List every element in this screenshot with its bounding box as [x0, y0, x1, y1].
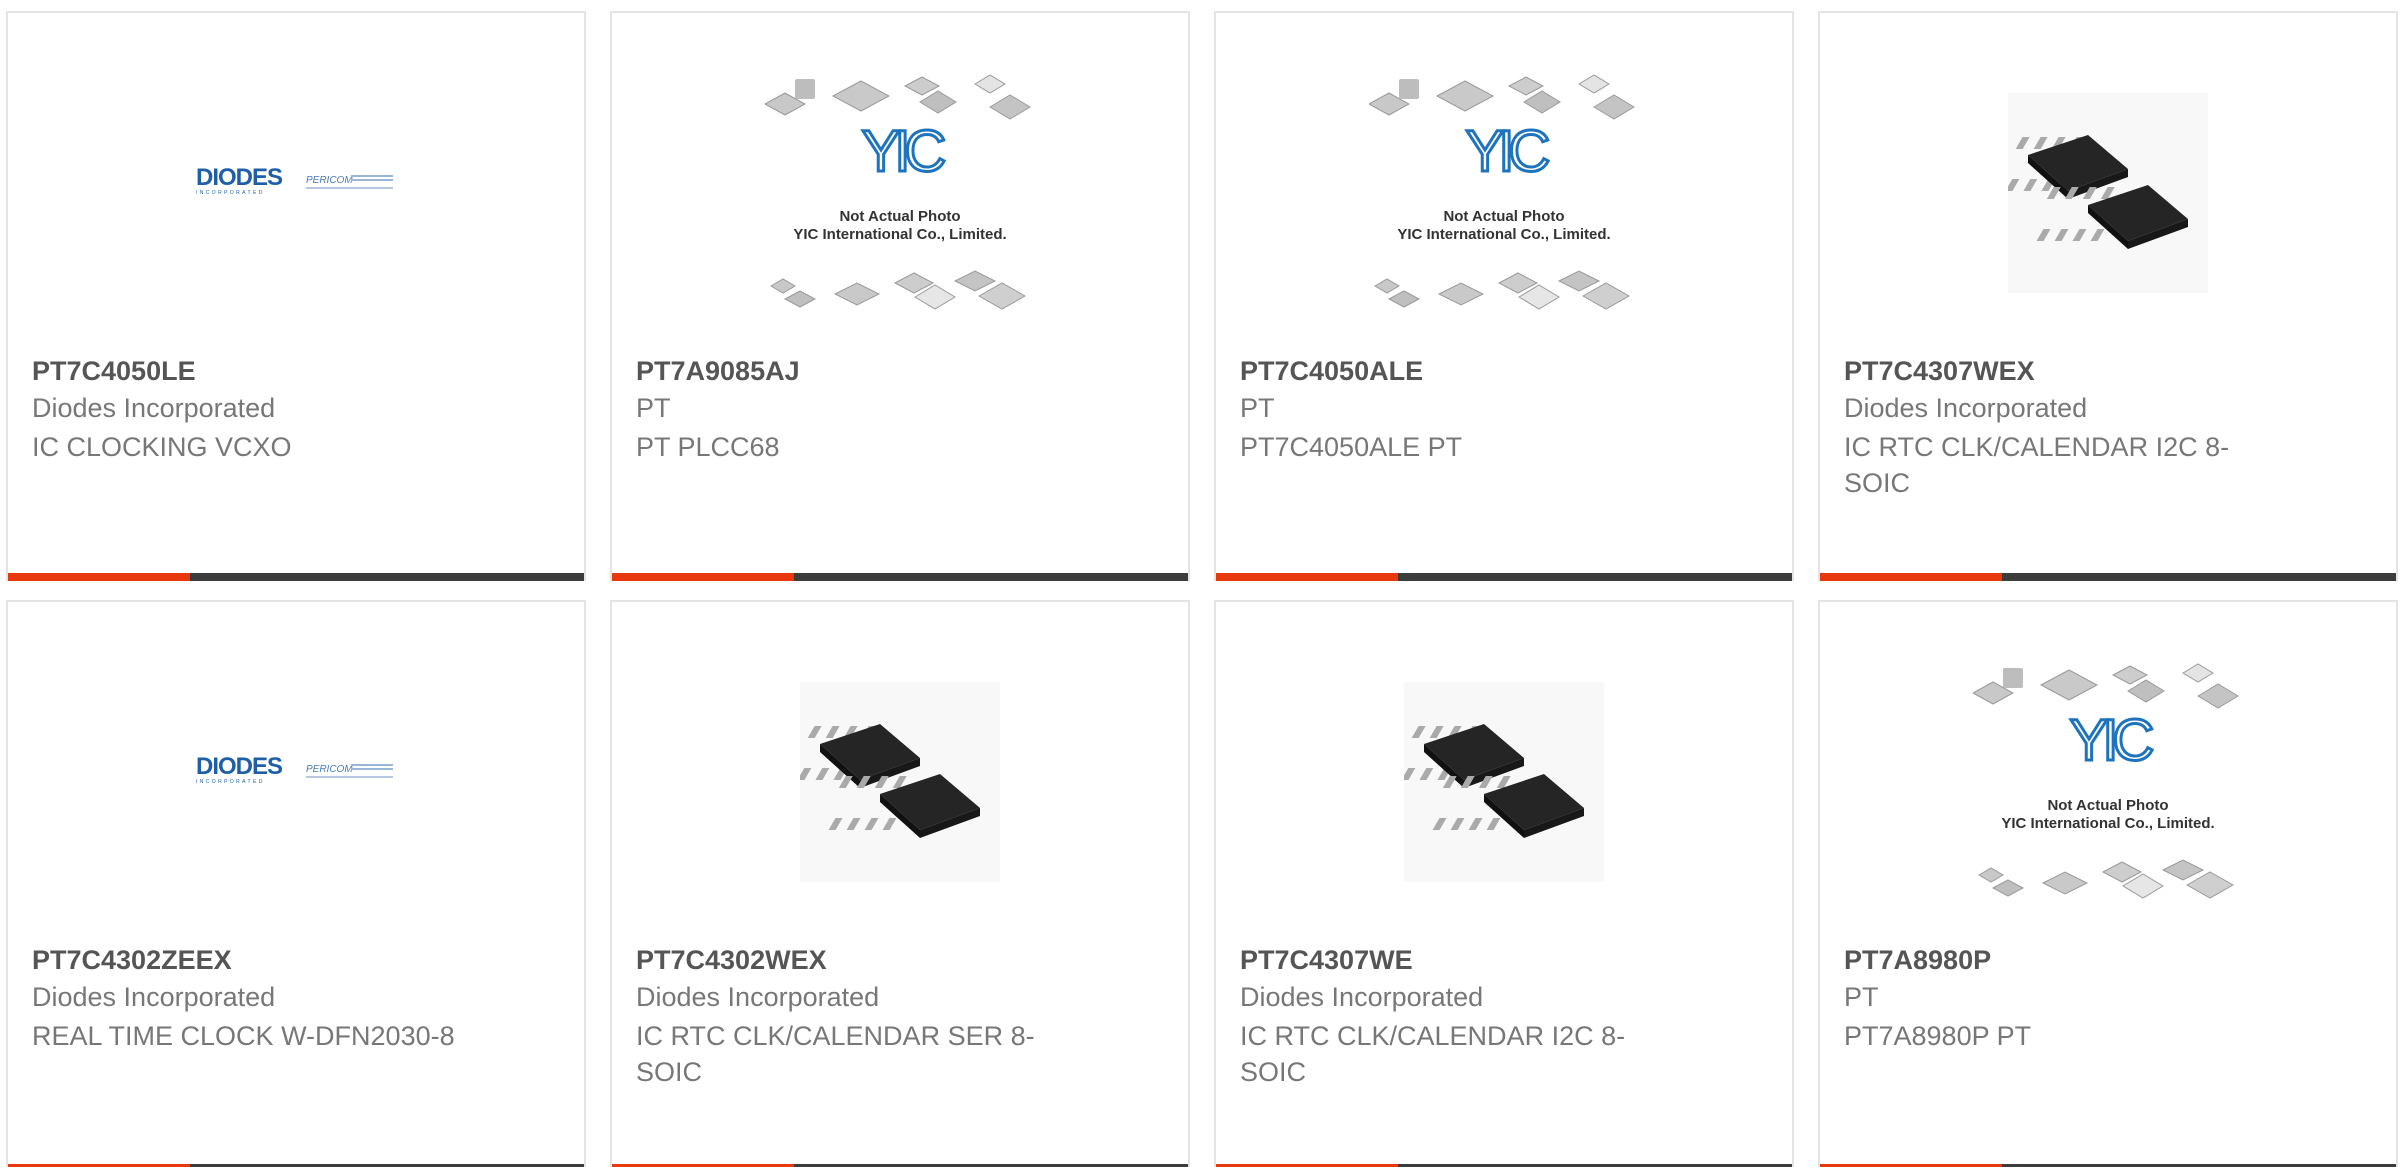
svg-text:YIC International Co., Limited: YIC International Co., Limited. — [2001, 815, 2214, 832]
svg-text:Not Actual Photo: Not Actual Photo — [2047, 797, 2168, 814]
part-number[interactable]: PT7A9085AJ — [636, 356, 800, 387]
svg-text:DIODES: DIODES — [196, 164, 283, 191]
product-image[interactable]: YIC Not Actual Photo YIC International C… — [1216, 13, 1792, 353]
part-number[interactable]: PT7C4307WE — [1240, 945, 1413, 976]
description: PT7A8980P PT — [1844, 1021, 2032, 1051]
description: REAL TIME CLOCK W-DFN2030-8 — [32, 1021, 455, 1051]
product-image[interactable] — [1216, 602, 1792, 942]
card-footer-bar — [612, 573, 1188, 581]
manufacturer: PT — [1240, 393, 1275, 423]
card-footer-bar — [8, 573, 584, 581]
soic-8-chip-icon — [800, 682, 1000, 882]
description: IC CLOCKING VCXO — [32, 432, 292, 462]
manufacturer: Diodes Incorporated — [1844, 393, 2088, 423]
product-grid: DIODES INCORPORATED PERICOM PT7C4050LE D… — [0, 0, 2400, 1167]
description: IC RTC CLK/CALENDAR SER 8-SOIC — [636, 1021, 1035, 1087]
svg-text:PERICOM: PERICOM — [306, 764, 353, 775]
manufacturer: Diodes Incorporated — [1240, 982, 1484, 1012]
diodes-logo-icon: DIODES INCORPORATED PERICOM — [196, 164, 393, 196]
description: PT PLCC68 — [636, 432, 780, 462]
product-image[interactable]: YIC Not Actual Photo YIC International C… — [1820, 602, 2396, 942]
product-card[interactable]: YIC Not Actual Photo YIC International C… — [1818, 600, 2398, 1167]
product-image[interactable] — [612, 602, 1188, 942]
product-image[interactable]: DIODES INCORPORATED PERICOM — [8, 13, 584, 353]
manufacturer: Diodes Incorporated — [636, 982, 880, 1012]
soic-8-chip-icon — [2008, 93, 2208, 293]
part-number[interactable]: PT7C4050LE — [32, 356, 196, 387]
diodes-logo-icon: DIODES INCORPORATED PERICOM — [196, 753, 393, 785]
product-image[interactable]: YIC Not Actual Photo YIC International C… — [612, 13, 1188, 353]
svg-text:YIC: YIC — [2070, 708, 2153, 773]
svg-text:YIC: YIC — [1466, 119, 1549, 184]
part-number[interactable]: PT7C4302WEX — [636, 945, 827, 976]
manufacturer: Diodes Incorporated — [32, 393, 276, 423]
svg-text:PERICOM: PERICOM — [306, 175, 353, 186]
product-card[interactable]: YIC Not Actual Photo YIC International C… — [1214, 11, 1794, 581]
product-card[interactable]: PT7C4307WEX Diodes Incorporated IC RTC C… — [1818, 11, 2398, 581]
part-number[interactable]: PT7C4307WEX — [1844, 356, 2035, 387]
description: IC RTC CLK/CALENDAR I2C 8-SOIC — [1240, 1021, 1626, 1087]
part-number[interactable]: PT7C4302ZEEX — [32, 945, 232, 976]
product-image[interactable]: DIODES INCORPORATED PERICOM — [8, 602, 584, 942]
product-image[interactable] — [1820, 13, 2396, 353]
svg-text:YIC International Co., Limited: YIC International Co., Limited. — [1397, 226, 1610, 243]
product-card[interactable]: PT7C4302WEX Diodes Incorporated IC RTC C… — [610, 600, 1190, 1167]
description: PT7C4050ALE PT — [1240, 432, 1463, 462]
card-footer-bar — [1216, 573, 1792, 581]
svg-text:YIC International Co., Limited: YIC International Co., Limited. — [793, 226, 1006, 243]
description: IC RTC CLK/CALENDAR I2C 8-SOIC — [1844, 432, 2230, 498]
product-card[interactable]: PT7C4307WE Diodes Incorporated IC RTC CL… — [1214, 600, 1794, 1167]
product-card[interactable]: DIODES INCORPORATED PERICOM PT7C4302ZEEX… — [6, 600, 586, 1167]
svg-text:YIC: YIC — [862, 119, 945, 184]
manufacturer: PT — [1844, 982, 1879, 1012]
part-number[interactable]: PT7C4050ALE — [1240, 356, 1423, 387]
svg-text:INCORPORATED: INCORPORATED — [196, 190, 265, 196]
manufacturer: PT — [636, 393, 671, 423]
manufacturer: Diodes Incorporated — [32, 982, 276, 1012]
svg-text:DIODES: DIODES — [196, 753, 283, 780]
yic-placeholder-icon: YIC Not Actual Photo YIC International C… — [1973, 663, 2239, 899]
part-number[interactable]: PT7A8980P — [1844, 945, 1991, 976]
svg-text:Not Actual Photo: Not Actual Photo — [839, 208, 960, 225]
svg-text:Not Actual Photo: Not Actual Photo — [1443, 208, 1564, 225]
soic-8-chip-icon — [1404, 682, 1604, 882]
product-card[interactable]: DIODES INCORPORATED PERICOM PT7C4050LE D… — [6, 11, 586, 581]
card-footer-bar — [1820, 573, 2396, 581]
yic-placeholder-icon: YIC Not Actual Photo YIC International C… — [1369, 74, 1635, 310]
product-card[interactable]: YIC Not Actual Photo YIC International C… — [610, 11, 1190, 581]
svg-text:INCORPORATED: INCORPORATED — [196, 779, 265, 785]
yic-placeholder-icon: YIC Not Actual Photo YIC International C… — [765, 74, 1031, 310]
